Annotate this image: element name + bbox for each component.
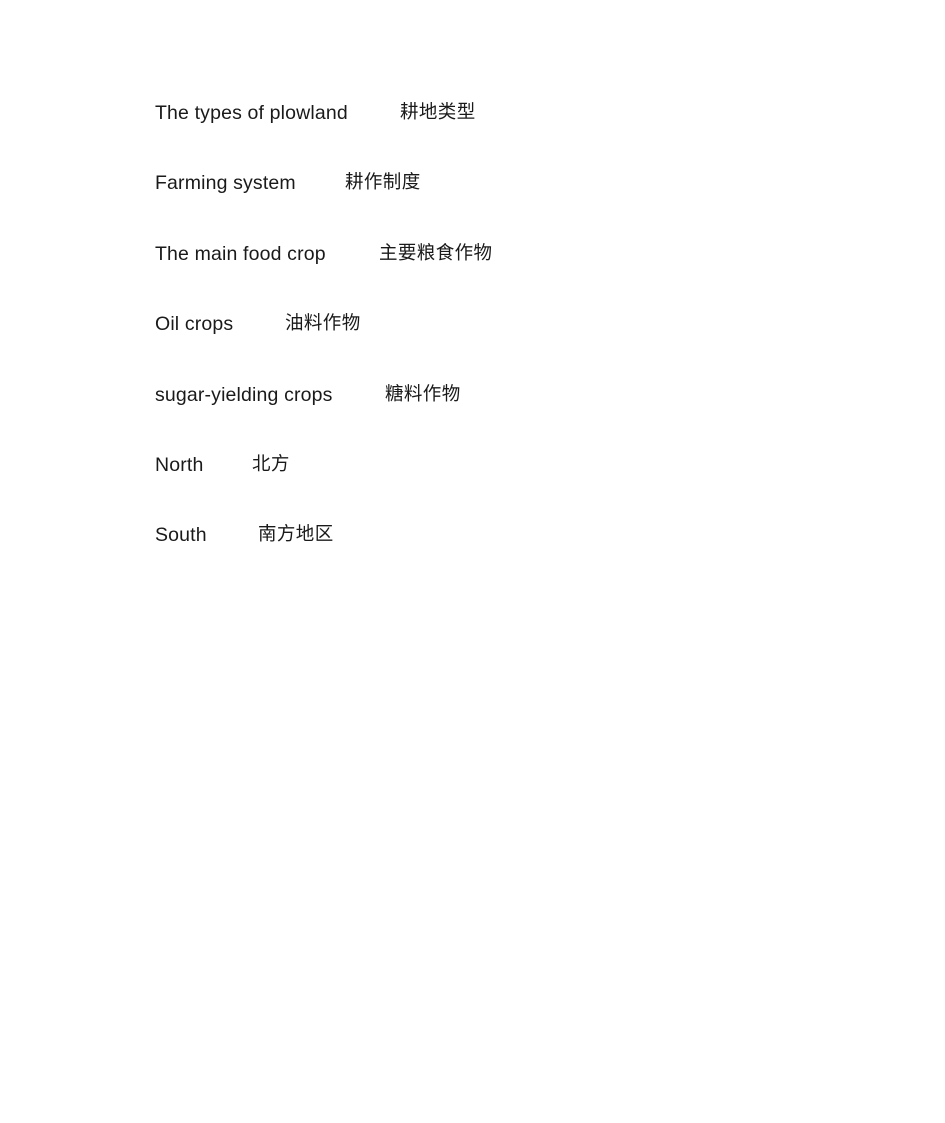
glossary-term-chinese: 油料作物: [285, 313, 361, 334]
glossary-term-chinese: 耕作制度: [345, 172, 421, 193]
glossary-term-english: Oil crops: [155, 313, 234, 335]
glossary-entry: Farming system 耕作制度: [0, 168, 945, 198]
glossary-term-english: sugar-yielding crops: [155, 384, 333, 406]
glossary-term-chinese: 糖料作物: [385, 384, 461, 405]
glossary-term-chinese: 主要粮食作物: [379, 243, 493, 264]
glossary-entry: South 南方地区: [0, 520, 945, 550]
glossary-entry: sugar-yielding crops 糖料作物: [0, 380, 945, 410]
glossary-term-chinese: 耕地类型: [400, 102, 476, 123]
glossary-term-chinese: 北方: [252, 454, 290, 475]
glossary-term-english: North: [155, 454, 204, 476]
glossary-entry: Oil crops 油料作物: [0, 309, 945, 339]
glossary-entry: The main food crop 主要粮食作物: [0, 239, 945, 269]
glossary-term-english: The types of plowland: [155, 102, 348, 124]
document-page: The types of plowland 耕地类型 Farming system 耕…: [0, 0, 945, 1123]
glossary-entry: The types of plowland 耕地类型: [0, 98, 945, 128]
glossary-term-english: Farming system: [155, 172, 296, 194]
glossary-term-english: South: [155, 524, 207, 546]
glossary-term-chinese: 南方地区: [258, 524, 334, 545]
glossary-entry: North 北方: [0, 450, 945, 480]
glossary-term-english: The main food crop: [155, 243, 326, 265]
